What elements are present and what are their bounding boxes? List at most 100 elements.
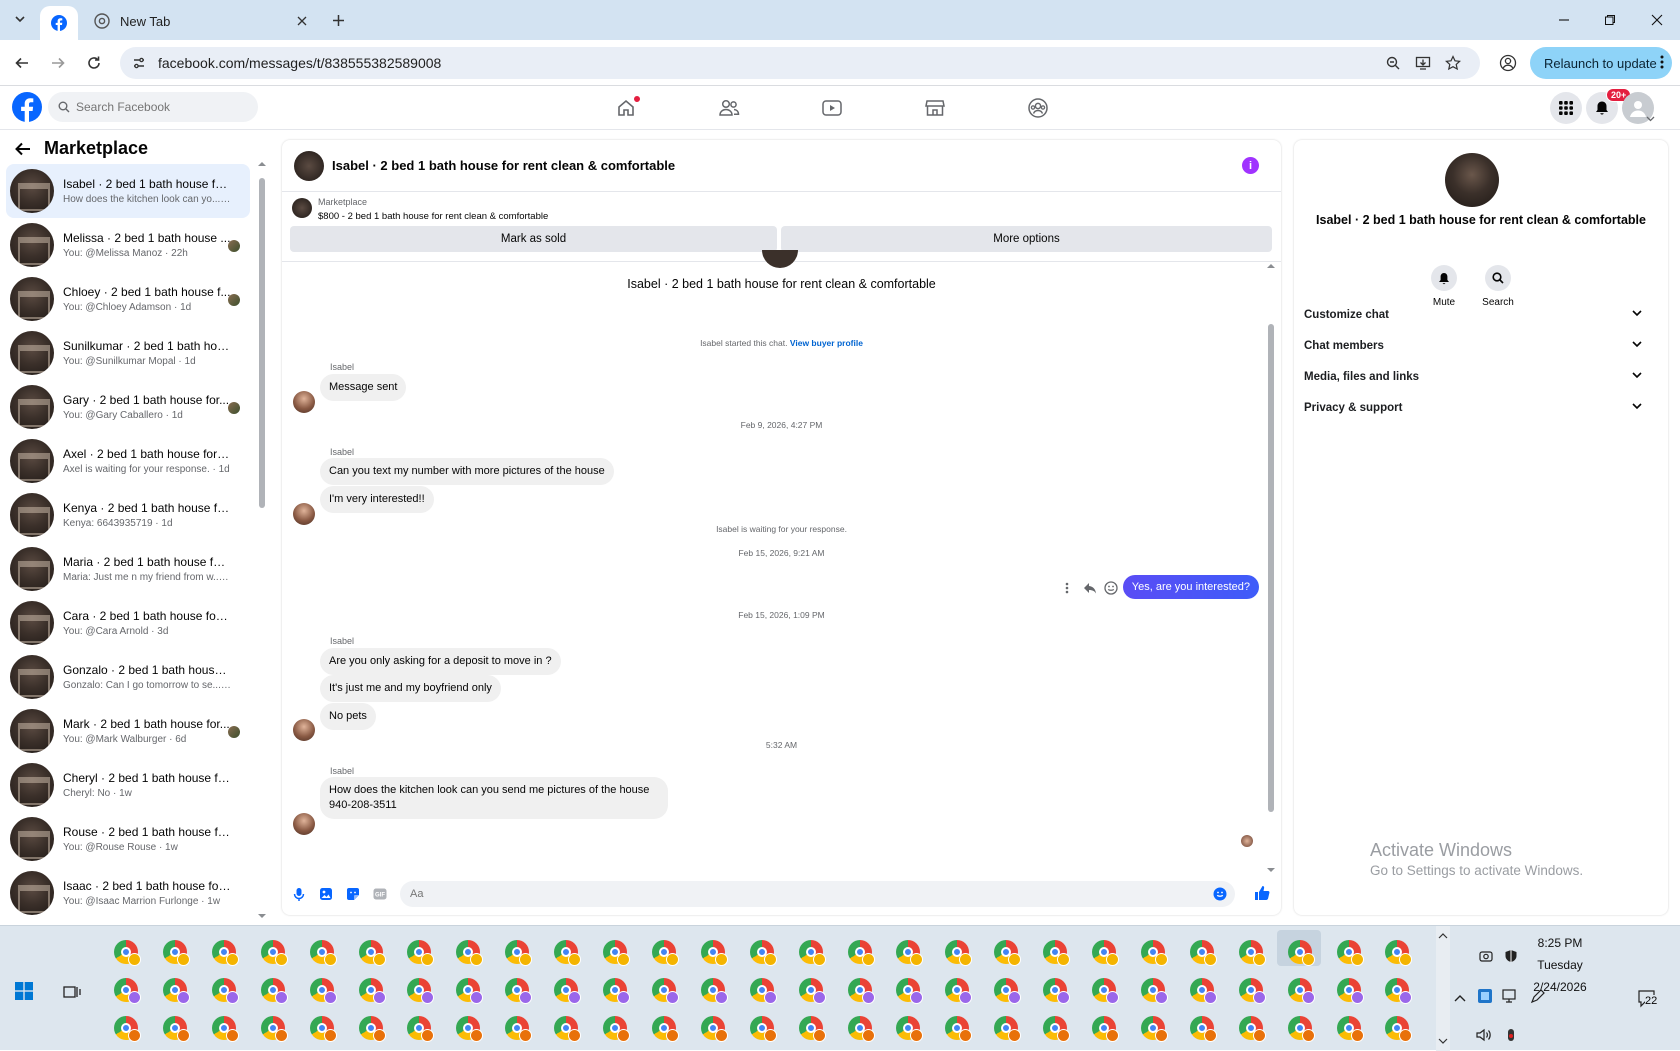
conversation-item[interactable]: Sunilkumar · 2 bed 1 bath hous... You: @S…	[6, 326, 250, 380]
chrome-taskbar-icon[interactable]	[798, 978, 826, 1004]
chrome-taskbar-icon[interactable]	[1189, 940, 1217, 966]
message-bubble[interactable]: Are you only asking for a deposit to mov…	[320, 648, 561, 675]
chrome-taskbar-icon[interactable]	[1385, 978, 1413, 1004]
chrome-taskbar-icon[interactable]	[603, 940, 630, 966]
chrome-taskbar-icon[interactable]	[358, 978, 386, 1004]
chrome-taskbar-icon[interactable]	[603, 1016, 630, 1042]
chrome-taskbar-icon[interactable]	[945, 978, 973, 1004]
chrome-taskbar-icon[interactable]	[554, 940, 582, 966]
chrome-taskbar-icon[interactable]	[309, 978, 337, 1004]
chrome-taskbar-icon[interactable]	[603, 978, 630, 1004]
avatar[interactable]	[293, 813, 315, 835]
chrome-taskbar-icon[interactable]	[211, 978, 239, 1004]
listing-title[interactable]: $800 - 2 bed 1 bath house for rent clean…	[318, 211, 548, 222]
avatar[interactable]	[293, 391, 315, 413]
chrome-taskbar-icon[interactable]	[945, 1016, 973, 1042]
chrome-taskbar-icon[interactable]	[1287, 1016, 1315, 1042]
task-view-icon[interactable]	[62, 983, 82, 1001]
chrome-taskbar-icon[interactable]	[847, 1016, 875, 1042]
chrome-taskbar-icon[interactable]	[1043, 978, 1071, 1004]
conversation-item[interactable]: Chloey · 2 bed 1 bath house f... You: @Ch…	[6, 272, 250, 326]
tab-search-button[interactable]	[9, 8, 31, 30]
microphone-icon[interactable]	[291, 886, 307, 902]
chrome-taskbar-icon[interactable]	[1092, 940, 1119, 966]
message-input-box[interactable]	[400, 881, 1235, 907]
chrome-taskbar-icon[interactable]	[700, 978, 728, 1004]
chrome-taskbar-icon[interactable]	[505, 1016, 533, 1042]
tab-new-tab[interactable]: New Tab	[86, 6, 316, 36]
chrome-taskbar-icon[interactable]	[358, 940, 386, 966]
chevron-up-icon[interactable]	[1452, 990, 1468, 1006]
chrome-taskbar-icon[interactable]	[798, 1016, 826, 1042]
conversation-item[interactable]: Cara · 2 bed 1 bath house for re... You: …	[6, 596, 250, 650]
chrome-taskbar-icon[interactable]	[847, 978, 875, 1004]
avatar[interactable]	[293, 503, 315, 525]
message-bubble[interactable]: No pets	[320, 703, 376, 730]
chrome-taskbar-icon[interactable]	[651, 940, 679, 966]
chrome-taskbar-icon[interactable]	[1238, 1016, 1266, 1042]
chrome-taskbar-icon[interactable]	[896, 978, 924, 1004]
chrome-taskbar-icon[interactable]	[994, 940, 1022, 966]
chat-avatar[interactable]	[294, 150, 324, 181]
chrome-taskbar-icon[interactable]	[945, 940, 973, 966]
chrome-taskbar-icon[interactable]	[1189, 978, 1217, 1004]
chrome-taskbar-icon[interactable]	[1385, 940, 1413, 966]
chrome-taskbar-icon[interactable]	[114, 978, 141, 1004]
notification-center-icon[interactable]: 22	[1636, 989, 1660, 1009]
facebook-search-box[interactable]	[48, 92, 258, 122]
address-bar[interactable]: facebook.com/messages/t/838555382589008	[120, 47, 1480, 79]
chrome-taskbar-icon[interactable]	[1238, 978, 1266, 1004]
emoji-react-icon[interactable]	[1104, 581, 1118, 595]
conversation-item[interactable]: Mark · 2 bed 1 bath house for... You: @Ma…	[6, 704, 250, 758]
mark-as-sold-button[interactable]: Mark as sold	[290, 226, 777, 252]
chrome-taskbar-icon[interactable]	[1336, 940, 1364, 966]
chrome-taskbar-icon[interactable]	[896, 940, 924, 966]
avatar[interactable]	[293, 719, 315, 741]
restore-button[interactable]	[1587, 0, 1633, 40]
section-customize-chat[interactable]: Customize chat	[1304, 300, 1648, 330]
chrome-taskbar-icon[interactable]	[260, 940, 288, 966]
chrome-taskbar-icon[interactable]	[309, 940, 337, 966]
chrome-taskbar-icon[interactable]	[1385, 1016, 1413, 1042]
chrome-taskbar-icon[interactable]	[1189, 1016, 1217, 1042]
close-window-button[interactable]	[1634, 0, 1680, 40]
conversation-item[interactable]: Cheryl · 2 bed 1 bath house for ... Chery…	[6, 758, 250, 812]
chrome-taskbar-icon[interactable]	[1287, 940, 1315, 966]
chrome-taskbar-icon[interactable]	[456, 940, 484, 966]
section-chat-members[interactable]: Chat members	[1304, 331, 1648, 361]
close-tab-icon[interactable]	[294, 13, 310, 29]
chrome-taskbar-icon[interactable]	[700, 1016, 728, 1042]
chrome-taskbar-icon[interactable]	[749, 1016, 777, 1042]
chrome-taskbar-icon[interactable]	[358, 1016, 386, 1042]
forward-button[interactable]	[47, 52, 69, 74]
chrome-taskbar-icon[interactable]	[1092, 978, 1119, 1004]
volume-icon[interactable]	[1476, 1027, 1492, 1043]
chrome-taskbar-icon[interactable]	[896, 1016, 924, 1042]
chrome-taskbar-icon[interactable]	[456, 1016, 484, 1042]
emoji-icon[interactable]	[1213, 887, 1227, 901]
message-bubble[interactable]: It's just me and my boyfriend only	[320, 675, 501, 702]
site-info-icon[interactable]	[130, 54, 148, 72]
chrome-taskbar-icon[interactable]	[798, 940, 826, 966]
message-bubble[interactable]: Can you text my number with more picture…	[320, 458, 614, 485]
more-options-button[interactable]: More options	[781, 226, 1272, 252]
chrome-taskbar-icon[interactable]	[1140, 940, 1168, 966]
nav-home[interactable]	[606, 94, 646, 122]
section-privacy-support[interactable]: Privacy & support	[1304, 393, 1648, 423]
conversation-item[interactable]: Axel · 2 bed 1 bath house for re... Axel …	[6, 434, 250, 488]
new-tab-button[interactable]	[328, 10, 348, 30]
nav-friends[interactable]	[709, 94, 749, 122]
reload-button[interactable]	[83, 52, 105, 74]
taskbar-scrollbar[interactable]	[1436, 926, 1450, 1051]
profile-button[interactable]	[1497, 52, 1519, 74]
chrome-taskbar-icon[interactable]	[651, 978, 679, 1004]
nav-watch[interactable]	[812, 94, 852, 122]
network-icon[interactable]	[1502, 988, 1518, 1004]
install-app-icon[interactable]	[1414, 54, 1432, 72]
thumbs-up-icon[interactable]	[1254, 885, 1270, 901]
message-input[interactable]	[410, 888, 1150, 900]
chrome-taskbar-icon[interactable]	[407, 1016, 435, 1042]
conversation-item[interactable]: Isabel · 2 bed 1 bath house for r... How …	[6, 164, 250, 218]
chrome-taskbar-icon[interactable]	[1336, 1016, 1364, 1042]
chrome-taskbar-icon[interactable]	[505, 978, 533, 1004]
